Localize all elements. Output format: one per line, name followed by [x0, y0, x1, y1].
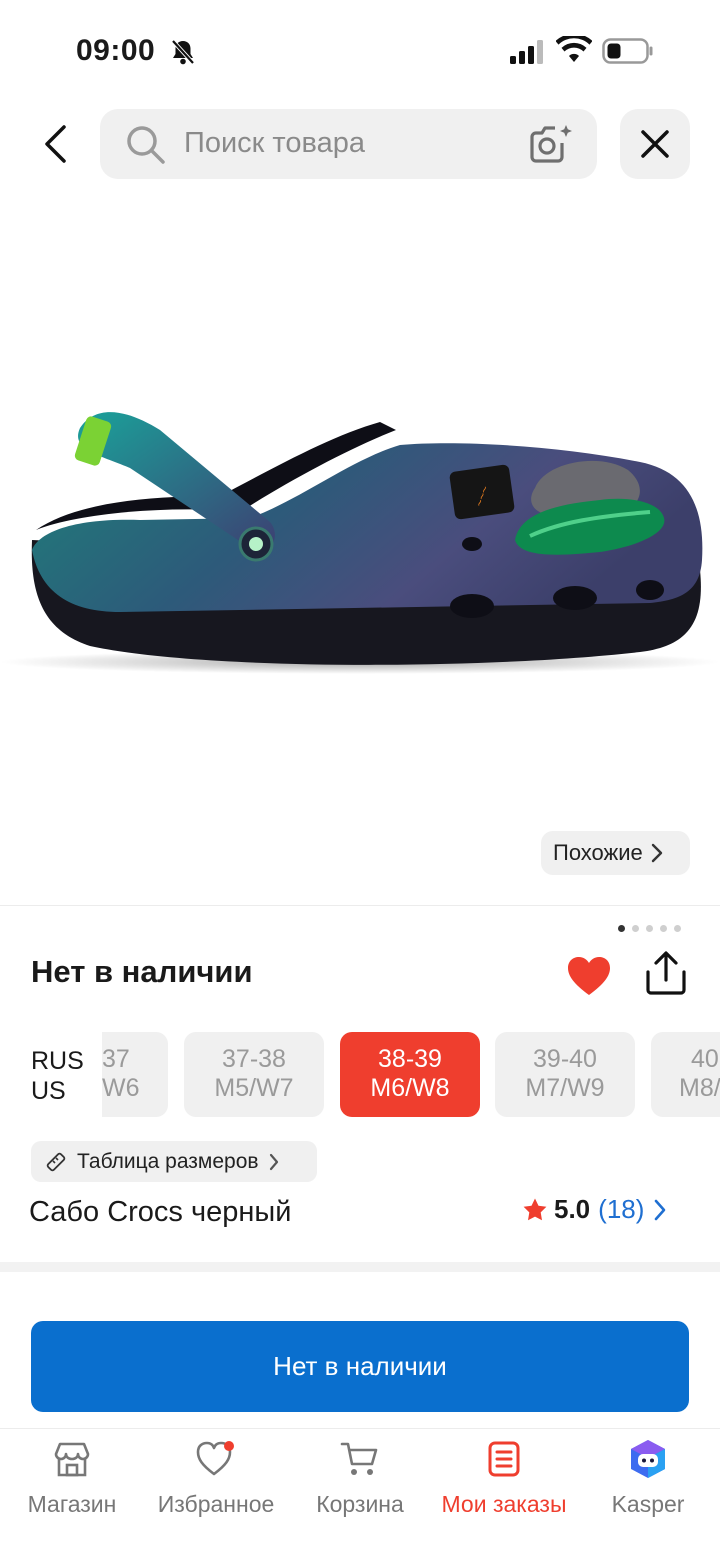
divider	[0, 905, 720, 906]
tab-label: Магазин	[27, 1491, 117, 1517]
size-system-rus: RUS	[31, 1047, 84, 1075]
tab-cart[interactable]: Корзина	[288, 1437, 432, 1518]
size-rus: 39-40	[533, 1045, 597, 1073]
page-dot	[632, 925, 639, 932]
page-dot	[646, 925, 653, 932]
size-rus: 40	[691, 1045, 719, 1073]
page-dot	[660, 925, 667, 932]
image-pagination	[618, 925, 681, 932]
share-icon[interactable]	[644, 950, 688, 996]
rating-score: 5.0	[554, 1194, 591, 1224]
battery-icon	[602, 38, 653, 64]
ruler-icon	[46, 1152, 66, 1171]
tab-my-orders[interactable]: Мои заказы	[432, 1437, 576, 1518]
size-rus: 37-38	[222, 1045, 286, 1073]
tab-label: Корзина	[316, 1491, 404, 1517]
tab-shop[interactable]: Магазин	[0, 1437, 144, 1518]
size-us: M8/	[679, 1074, 720, 1102]
size-table-button[interactable]: Таблица размеров	[31, 1141, 317, 1182]
rating-link[interactable]: 5.0 (18)	[522, 1194, 666, 1225]
size-selector: 37 W6 37-38 M5/W7 38-39 M6/W8 39-40 M7/W…	[102, 1032, 720, 1118]
section-separator	[0, 1262, 720, 1272]
bell-muted-icon	[171, 39, 195, 65]
tab-label: Kasper	[611, 1491, 685, 1517]
availability-title: Нет в наличии	[31, 954, 253, 989]
chevron-left-icon	[45, 125, 66, 163]
close-icon	[641, 130, 669, 158]
heart-icon	[196, 1441, 234, 1476]
tab-kasper[interactable]: Kasper	[576, 1437, 720, 1518]
wifi-icon	[556, 36, 592, 62]
close-button[interactable]	[620, 109, 690, 179]
product-name: Сабо Crocs черный	[29, 1196, 292, 1228]
size-chip[interactable]: 37 W6	[102, 1032, 168, 1117]
status-time: 09:00	[76, 34, 156, 67]
size-chip[interactable]: 37-38 M5/W7	[184, 1032, 324, 1117]
shop-icon	[54, 1442, 90, 1477]
size-us: M7/W9	[525, 1074, 605, 1102]
similar-label: Похожие	[553, 840, 643, 865]
cellular-signal-icon	[510, 40, 543, 64]
chevron-right-icon	[269, 1153, 278, 1170]
size-us: M6/W8	[370, 1074, 450, 1102]
tab-label: Избранное	[157, 1491, 275, 1517]
size-table-label: Таблица размеров	[77, 1149, 259, 1173]
size-system-label: RUS US	[31, 1046, 84, 1106]
size-system-us: US	[31, 1077, 66, 1105]
star-icon	[523, 1198, 547, 1220]
size-chip[interactable]: 40 M8/	[651, 1032, 720, 1117]
size-chip[interactable]: 39-40 M7/W9	[495, 1032, 635, 1117]
chevron-right-icon	[651, 843, 662, 863]
tab-favorites[interactable]: Избранное	[144, 1437, 288, 1518]
search-bar[interactable]: Поиск товара	[100, 109, 597, 179]
size-us: M5/W7	[214, 1074, 294, 1102]
product-photo[interactable]: ~~~	[0, 200, 720, 900]
chevron-right-icon	[655, 1199, 666, 1220]
tab-label: Мои заказы	[441, 1491, 567, 1517]
out-of-stock-button[interactable]: Нет в наличии	[31, 1321, 689, 1412]
review-count: (18)	[598, 1194, 645, 1224]
camera-search-icon[interactable]	[528, 123, 574, 165]
page-dot	[618, 925, 625, 932]
orders-icon	[488, 1441, 520, 1477]
size-rus: 38-39	[378, 1045, 442, 1073]
search-placeholder: Поиск товара	[184, 127, 365, 159]
page-dot	[674, 925, 681, 932]
search-icon	[127, 126, 165, 164]
status-bar: 09:00	[0, 0, 720, 100]
similar-button[interactable]: Похожие	[541, 831, 690, 875]
back-button[interactable]	[30, 118, 82, 170]
cart-icon	[340, 1442, 378, 1475]
size-chip-selected[interactable]: 38-39 M6/W8	[340, 1032, 480, 1117]
favorite-heart-icon[interactable]	[566, 955, 612, 997]
size-rus: 37	[102, 1045, 130, 1073]
size-us: W6	[102, 1074, 140, 1102]
bottom-tab-bar: Магазин Избранное Корзина Мои заказы Kas…	[0, 1428, 720, 1564]
kasper-icon	[631, 1440, 665, 1478]
